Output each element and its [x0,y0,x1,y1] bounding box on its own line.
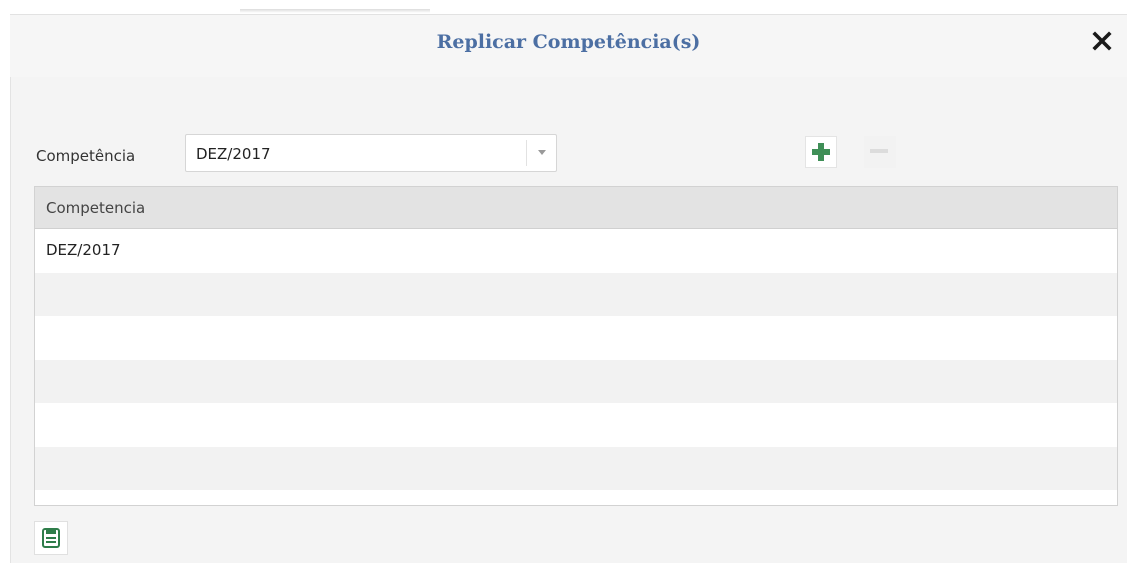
table-cell: DEZ/2017 [46,241,121,259]
dialog-header: Replicar Competência(s) [10,14,1127,77]
close-icon [1092,31,1112,51]
window-left-edge [0,0,11,563]
competencia-combobox[interactable]: DEZ/2017 [185,134,557,172]
table-row [35,316,1117,360]
chevron-down-icon [538,150,546,155]
table-row [35,490,1117,505]
competencia-grid: Competencia DEZ/2017 [34,186,1118,506]
replicate-dialog: Replicar Competência(s) Competência DEZ/… [0,0,1127,563]
dialog-title: Replicar Competência(s) [436,31,701,53]
table-row[interactable]: DEZ/2017 [35,229,1117,273]
table-row [35,446,1117,490]
minus-icon [870,149,888,153]
close-button[interactable] [1091,30,1113,52]
table-row [35,403,1117,447]
column-header-label: Competencia [46,199,146,217]
combo-selected-value: DEZ/2017 [196,145,271,163]
save-button[interactable] [34,521,68,555]
top-shadow [240,9,430,13]
competencia-label: Competência [36,147,136,165]
save-icon [42,528,60,548]
combo-dropdown-trigger[interactable] [527,135,557,171]
table-row [35,272,1117,316]
window-top-strip [10,0,1127,14]
plus-icon [812,143,830,161]
remove-button[interactable] [864,136,896,168]
table-row [35,359,1117,403]
add-button[interactable] [805,136,837,168]
grid-column-header[interactable]: Competencia [35,187,1117,229]
